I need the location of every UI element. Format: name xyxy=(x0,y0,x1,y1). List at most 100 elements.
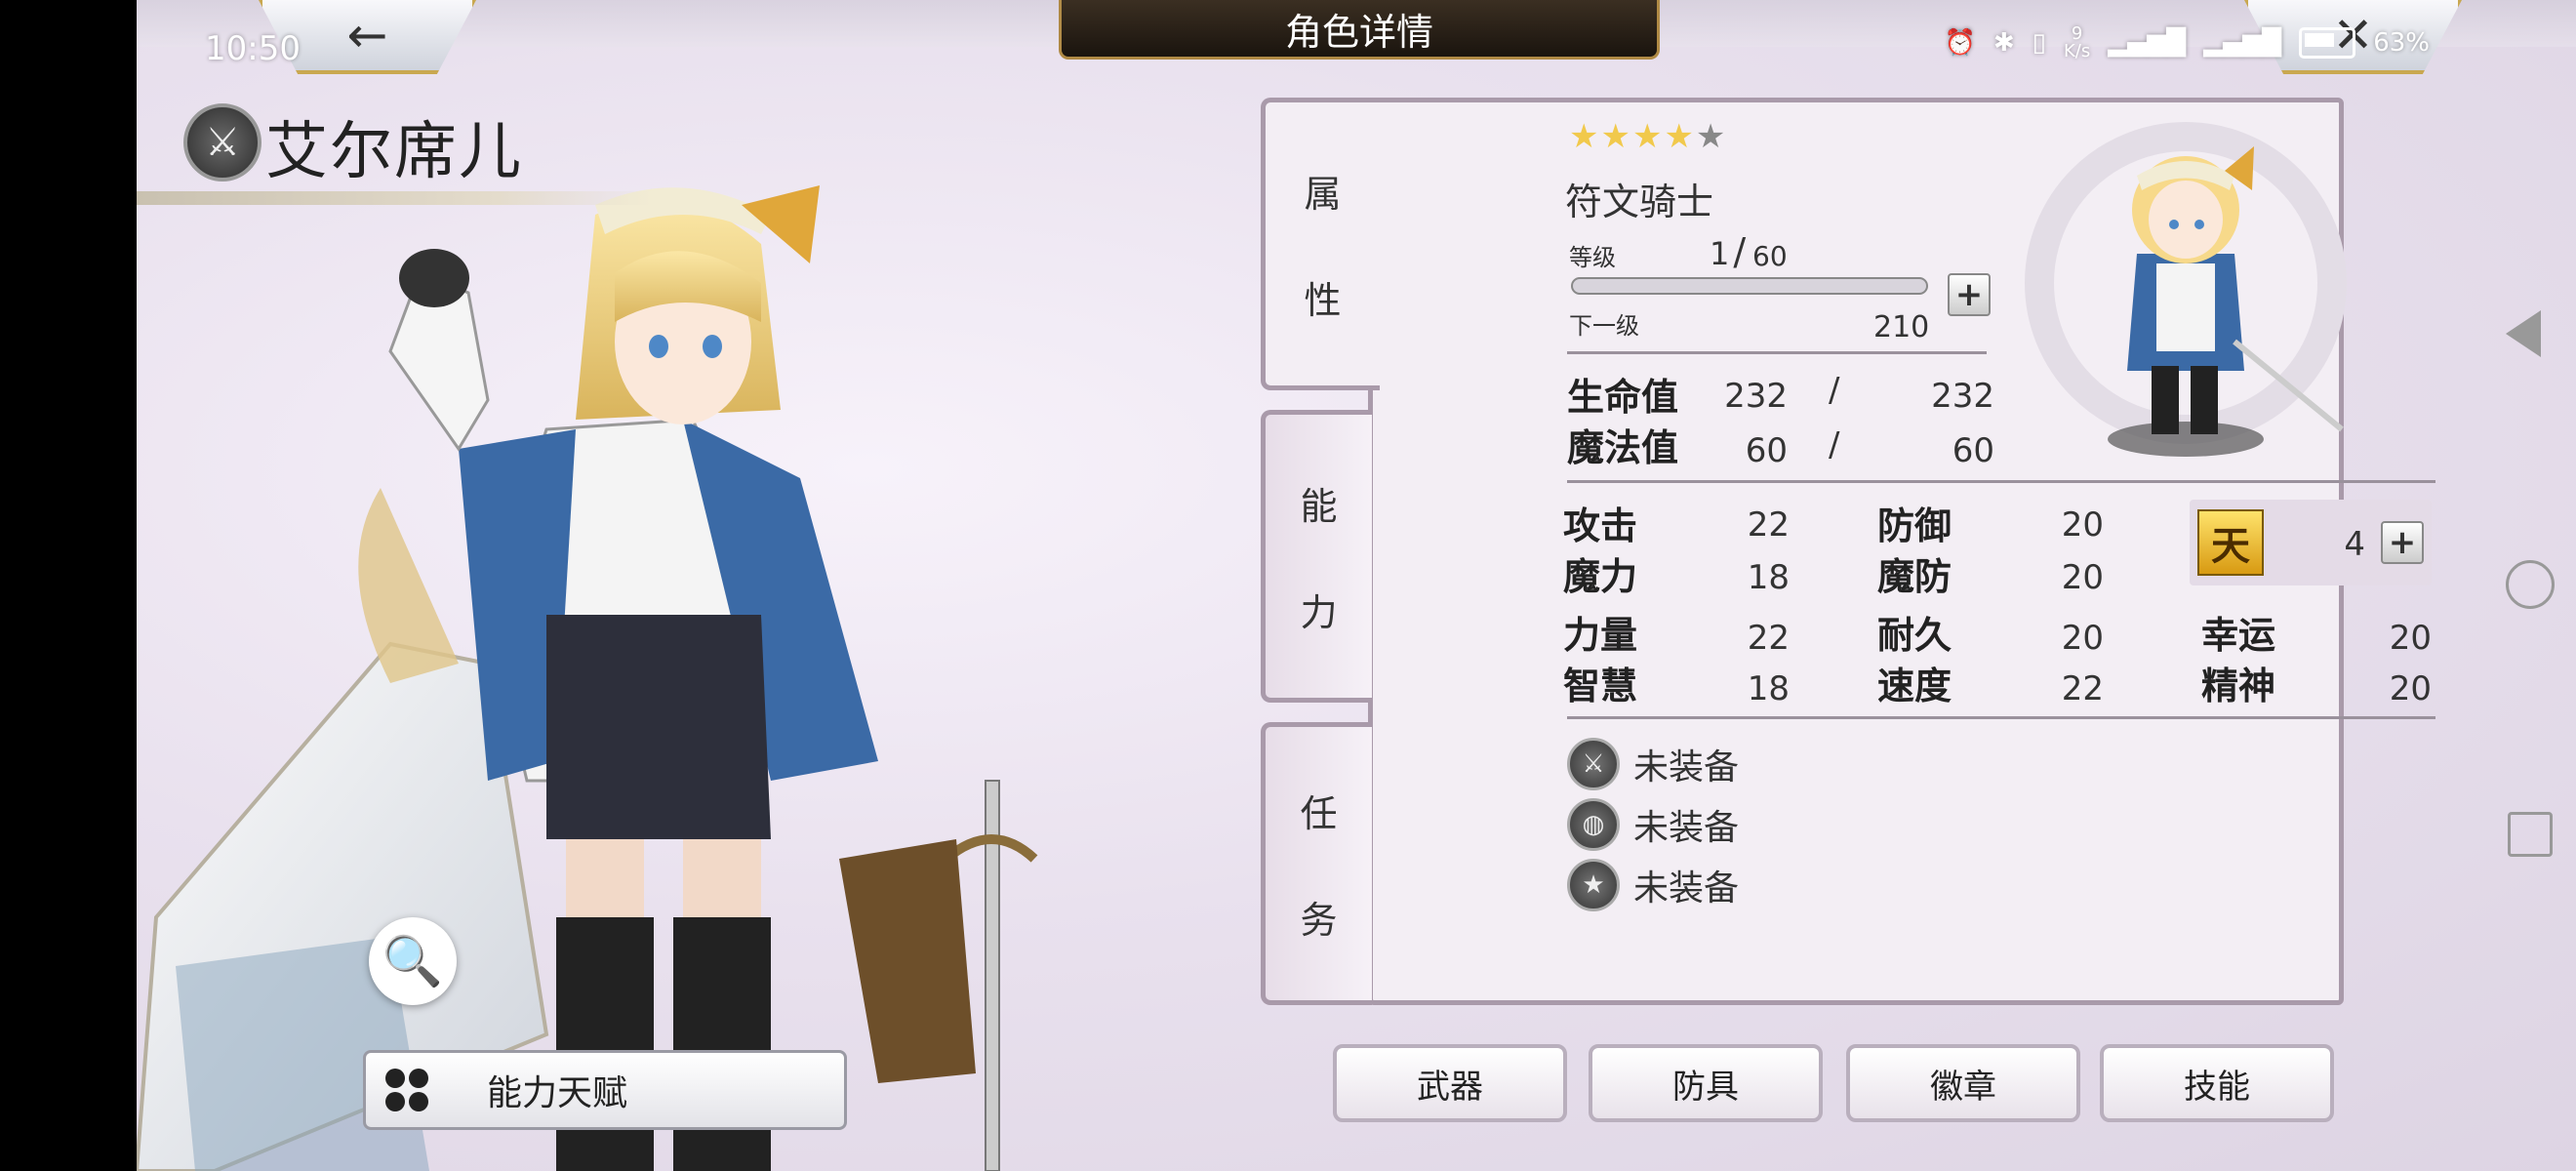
mag-label: 魔力 xyxy=(1563,555,1638,598)
ability-talent-label: 能力天赋 xyxy=(487,1073,628,1113)
signal-5g-icon: ▂▄▆█ xyxy=(2203,28,2282,58)
weapon-button[interactable]: 武器 xyxy=(1333,1044,1567,1122)
level-separator: / xyxy=(1733,230,1747,273)
talent-grid-icon xyxy=(385,1069,428,1111)
spirit-value: 20 xyxy=(2389,669,2432,708)
divider xyxy=(1567,351,1987,354)
vibrate-icon: ▯ xyxy=(2032,28,2046,58)
level-value: 1/ xyxy=(1710,230,1746,273)
spirit-label: 精神 xyxy=(2201,665,2276,707)
next-level-exp: 210 xyxy=(1873,310,1930,344)
zoom-button[interactable]: 🔍 xyxy=(369,917,457,1005)
chibi-portrait xyxy=(2025,122,2347,457)
end-value: 20 xyxy=(2061,619,2104,658)
badge-button[interactable]: 徽章 xyxy=(1846,1044,2080,1122)
hp-current: 232 xyxy=(1724,377,1788,416)
level-max: 60 xyxy=(1752,240,1788,272)
def-label: 防御 xyxy=(1877,505,1952,547)
mp-current: 60 xyxy=(1745,431,1788,470)
def-value: 20 xyxy=(2061,505,2104,545)
equip-slot-badge[interactable]: ★ 未装备 xyxy=(1567,859,1739,911)
tab-quests[interactable]: 任 务 xyxy=(1261,722,1372,1005)
name-underline xyxy=(137,191,654,205)
tab-abilities-char-1: 能 xyxy=(1300,485,1338,528)
skill-button-label: 技能 xyxy=(2184,1067,2250,1107)
nav-recents-icon[interactable] xyxy=(2508,812,2553,857)
character-art xyxy=(137,185,1038,1171)
equip-weapon-label: 未装备 xyxy=(1633,747,1740,787)
skill-button[interactable]: 技能 xyxy=(2100,1044,2334,1122)
level-label: 等级 xyxy=(1569,244,1616,271)
tab-abilities-char-2: 力 xyxy=(1300,591,1338,634)
armor-button-label: 防具 xyxy=(1672,1067,1739,1107)
badge-icon: ★ xyxy=(1567,859,1620,911)
status-time: 10:50 xyxy=(205,29,301,68)
page-title: 角色详情 xyxy=(1059,0,1660,60)
hp-max: 232 xyxy=(1931,377,1994,416)
talent-points-value: 4 xyxy=(2344,525,2365,564)
int-label: 智慧 xyxy=(1563,665,1638,707)
battery-icon xyxy=(2299,27,2356,59)
talent-points-box: 天 4 + xyxy=(2190,500,2432,586)
game-screen: ⚔ 艾尔席儿 🔍 能力天赋 ← 角色详情 ✕ 10:50 ⏰ ✱ ▯ 9 K/s … xyxy=(137,0,2576,1171)
tab-quests-char-1: 任 xyxy=(1300,792,1338,835)
atk-label: 攻击 xyxy=(1563,505,1638,547)
talent-add-button[interactable]: + xyxy=(2381,521,2424,564)
level-up-button[interactable]: + xyxy=(1948,273,1991,316)
atk-value: 22 xyxy=(1747,505,1790,545)
battery-text: 63% xyxy=(2373,28,2430,58)
equip-slot-weapon[interactable]: ⚔ 未装备 xyxy=(1567,738,1739,790)
hp-label: 生命值 xyxy=(1567,376,1679,419)
sword-icon: ⚔ xyxy=(1567,738,1620,790)
armor-icon: ◍ xyxy=(1567,798,1620,851)
tab-attributes[interactable]: 属 性 xyxy=(1261,98,1380,390)
equip-slot-armor[interactable]: ◍ 未装备 xyxy=(1567,798,1739,851)
page-title-text: 角色详情 xyxy=(1284,10,1433,54)
divider xyxy=(1567,716,2435,719)
character-name: 艾尔席儿 xyxy=(265,116,523,188)
exp-bar xyxy=(1571,277,1928,295)
luck-label: 幸运 xyxy=(2201,614,2276,657)
mp-max: 60 xyxy=(1952,431,1994,470)
talent-tian-icon: 天 xyxy=(2197,509,2264,576)
next-level-label: 下一级 xyxy=(1569,312,1639,340)
tab-abilities[interactable]: 能 力 xyxy=(1261,410,1372,703)
class-name: 符文骑士 xyxy=(1565,181,1714,223)
int-value: 18 xyxy=(1747,669,1790,708)
equip-armor-label: 未装备 xyxy=(1633,808,1740,848)
stars-filled: ★★★★ xyxy=(1569,117,1696,156)
mp-slash: / xyxy=(1829,425,1840,464)
spd-value: 22 xyxy=(2061,669,2104,708)
magnifier-icon: 🔍 xyxy=(382,932,444,989)
bluetooth-icon: ✱ xyxy=(1992,28,2015,58)
luck-value: 20 xyxy=(2389,619,2432,658)
mp-label: 魔法值 xyxy=(1567,426,1679,469)
divider xyxy=(1567,480,2435,483)
status-icons: ⏰ ✱ ▯ 9 K/s ▂▄▆█ ▂▄▆█ 63% xyxy=(1945,25,2431,61)
mdef-label: 魔防 xyxy=(1877,555,1952,598)
mag-value: 18 xyxy=(1747,558,1790,597)
badge-button-label: 徽章 xyxy=(1930,1067,1996,1107)
rarity-stars: ★★★★★ xyxy=(1569,117,1727,156)
tab-attributes-char-2: 性 xyxy=(1304,279,1342,322)
equip-badge-label: 未装备 xyxy=(1633,868,1740,909)
armor-button[interactable]: 防具 xyxy=(1589,1044,1823,1122)
weapon-type-icon: ⚔ xyxy=(183,103,262,182)
nav-home-icon[interactable] xyxy=(2506,560,2555,609)
plus-icon: + xyxy=(2388,523,2417,562)
mdef-value: 20 xyxy=(2061,558,2104,597)
hp-slash: / xyxy=(1829,371,1840,410)
weapon-button-label: 武器 xyxy=(1417,1067,1483,1107)
str-label: 力量 xyxy=(1563,614,1638,657)
str-value: 22 xyxy=(1747,619,1790,658)
alarm-icon: ⏰ xyxy=(1944,28,1976,58)
spd-label: 速度 xyxy=(1877,665,1952,707)
level-current: 1 xyxy=(1710,235,1730,272)
stars-empty: ★ xyxy=(1695,117,1728,156)
net-speed: 9 K/s xyxy=(2063,23,2091,61)
ability-talent-button[interactable]: 能力天赋 xyxy=(363,1050,847,1130)
end-label: 耐久 xyxy=(1877,614,1952,657)
tab-quests-char-2: 务 xyxy=(1300,899,1338,942)
plus-icon: + xyxy=(1954,275,1984,314)
nav-back-icon[interactable] xyxy=(2506,310,2541,357)
